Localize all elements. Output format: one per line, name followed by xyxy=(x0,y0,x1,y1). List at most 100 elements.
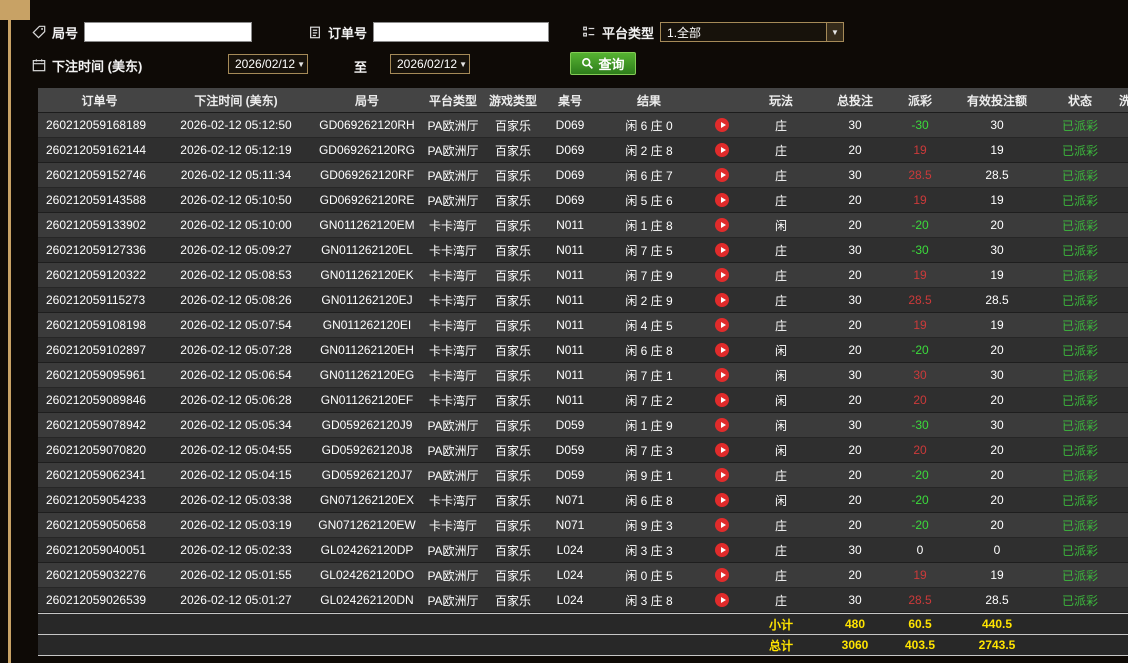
query-button[interactable]: 查询 xyxy=(570,52,636,75)
cell-platform: PA欧洲厅 xyxy=(427,593,479,608)
cell-total_bet: 20 xyxy=(848,218,862,232)
cell-order_no: 260212059070820 xyxy=(46,443,147,457)
cell-play xyxy=(701,388,743,412)
cell-order_no: 260212059095961 xyxy=(46,368,147,382)
cell-total_bet: 30 xyxy=(848,243,862,257)
cell-status: 已派彩 xyxy=(1061,193,1098,208)
cell-order_no: 260212059062341 xyxy=(46,468,147,482)
cell-game_type: 百家乐 xyxy=(494,318,531,333)
play-video-button[interactable] xyxy=(715,343,729,357)
cell-result: 闲 6 庄 7 xyxy=(625,168,673,183)
cell-bet_type: 闲 xyxy=(774,343,787,358)
platform-type-select[interactable]: 1.全部 ▼ xyxy=(660,22,845,42)
play-video-button[interactable] xyxy=(715,593,729,607)
play-video-button[interactable] xyxy=(715,143,729,157)
records-table: 订单号 下注时间 (美东) 局号 平台类型 游戏类型 桌号 结果 玩法 总投注 派彩 有效投注额 状态… xyxy=(38,88,1128,656)
cell-bet_type: 庄 xyxy=(774,243,787,258)
play-video-button[interactable] xyxy=(715,468,729,482)
table-row: 260212059054233 2026-02-12 05:03:38 GN0712… xyxy=(38,488,1128,513)
cell-play xyxy=(701,363,743,387)
cell-valid_bet: 30 xyxy=(990,368,1004,382)
play-video-button[interactable] xyxy=(715,193,729,207)
cell-bet_time: 2026-02-12 05:01:55 xyxy=(180,568,292,582)
cell-order_no: 260212059026539 xyxy=(46,593,147,607)
date-to-select[interactable]: 2026/02/12 ▼ xyxy=(390,54,470,74)
cell-game_no: GN011262120EL xyxy=(321,243,413,257)
play-video-button[interactable] xyxy=(715,418,729,432)
cell-table_no: N071 xyxy=(555,518,585,532)
cell-bet_type: 庄 xyxy=(774,543,787,558)
cell-game_type: 百家乐 xyxy=(494,443,531,458)
cell-game_type: 百家乐 xyxy=(494,418,531,433)
cell-extra xyxy=(1115,138,1128,162)
play-icon xyxy=(720,247,726,253)
play-video-button[interactable] xyxy=(715,568,729,582)
play-video-button[interactable] xyxy=(715,168,729,182)
play-icon xyxy=(720,447,726,453)
cell-platform: 卡卡湾厅 xyxy=(428,493,477,508)
cell-extra xyxy=(1115,563,1128,587)
table-row: 260212059120322 2026-02-12 05:08:53 GN0112… xyxy=(38,263,1128,288)
play-video-button[interactable] xyxy=(715,118,729,132)
cell-valid_bet: 19 xyxy=(990,268,1004,282)
cell-platform: PA欧洲厅 xyxy=(427,143,479,158)
cell-total_bet: 20 xyxy=(848,193,862,207)
play-video-button[interactable] xyxy=(715,268,729,282)
cell-status: 已派彩 xyxy=(1061,393,1098,408)
cell-valid_bet: 20 xyxy=(990,518,1004,532)
play-video-button[interactable] xyxy=(715,393,729,407)
cell-bet_type: 闲 xyxy=(774,493,787,508)
play-video-button[interactable] xyxy=(715,518,729,532)
play-video-button[interactable] xyxy=(715,218,729,232)
cell-table_no: N011 xyxy=(556,293,584,307)
order-no-input[interactable] xyxy=(373,22,550,42)
table-row: 260212059026539 2026-02-12 05:01:27 GL0242… xyxy=(38,588,1128,613)
order-no-filter: 订单号 xyxy=(308,21,550,43)
cell-play xyxy=(701,463,743,487)
cell-platform: 卡卡湾厅 xyxy=(428,393,477,408)
cell-valid_bet: 19 xyxy=(990,318,1004,332)
subtotal-row-cell-order_no xyxy=(38,614,161,634)
table-row: 260212059050658 2026-02-12 05:03:19 GN0712… xyxy=(38,513,1128,538)
cell-bet_time: 2026-02-12 05:10:00 xyxy=(180,218,292,232)
play-video-button[interactable] xyxy=(715,368,729,382)
platform-type-label: 平台类型 xyxy=(602,25,655,41)
date-from-select[interactable]: 2026/02/12 ▼ xyxy=(228,54,308,74)
cell-result: 闲 7 庄 5 xyxy=(625,243,673,258)
table-row: 260212059115273 2026-02-12 05:08:26 GN0112… xyxy=(38,288,1128,313)
cell-table_no: D059 xyxy=(555,418,585,432)
calendar-icon xyxy=(32,58,46,72)
cell-play xyxy=(701,513,743,537)
cell-total_bet: 30 xyxy=(848,293,862,307)
play-video-button[interactable] xyxy=(715,318,729,332)
cell-platform: PA欧洲厅 xyxy=(427,543,479,558)
column-header-total_bet: 总投注 xyxy=(836,93,873,108)
table-row: 260212059070820 2026-02-12 05:04:55 GD0592… xyxy=(38,438,1128,463)
table-row: 260212059095961 2026-02-12 05:06:54 GN0112… xyxy=(38,363,1128,388)
cell-platform: 卡卡湾厅 xyxy=(428,268,477,283)
play-video-button[interactable] xyxy=(715,293,729,307)
cell-game_no: GN011262120EG xyxy=(319,368,415,382)
cell-status: 已派彩 xyxy=(1061,318,1098,333)
cell-bet_type: 闲 xyxy=(774,393,787,408)
cell-bet_type: 闲 xyxy=(774,443,787,458)
cell-game_type: 百家乐 xyxy=(494,218,531,233)
order-no-label: 订单号 xyxy=(328,25,368,41)
game-no-input[interactable] xyxy=(84,22,253,42)
cell-bet_time: 2026-02-12 05:02:33 xyxy=(180,543,292,557)
cell-play xyxy=(701,113,743,137)
play-video-button[interactable] xyxy=(715,243,729,257)
play-video-button[interactable] xyxy=(715,443,729,457)
cell-game_no: GL024262120DO xyxy=(319,568,415,582)
cell-extra xyxy=(1115,188,1128,212)
cell-valid_bet: 20 xyxy=(990,343,1004,357)
cell-game_type: 百家乐 xyxy=(494,368,531,383)
cell-game_no: GD069262120RF xyxy=(319,168,415,182)
total-row-cell-bet_type: 总计 xyxy=(768,638,793,653)
cell-game_type: 百家乐 xyxy=(494,568,531,583)
play-video-button[interactable] xyxy=(715,543,729,557)
cell-total_bet: 30 xyxy=(848,168,862,182)
cell-payout: -20 xyxy=(911,218,929,232)
cell-result: 闲 1 庄 9 xyxy=(625,418,673,433)
play-video-button[interactable] xyxy=(715,493,729,507)
